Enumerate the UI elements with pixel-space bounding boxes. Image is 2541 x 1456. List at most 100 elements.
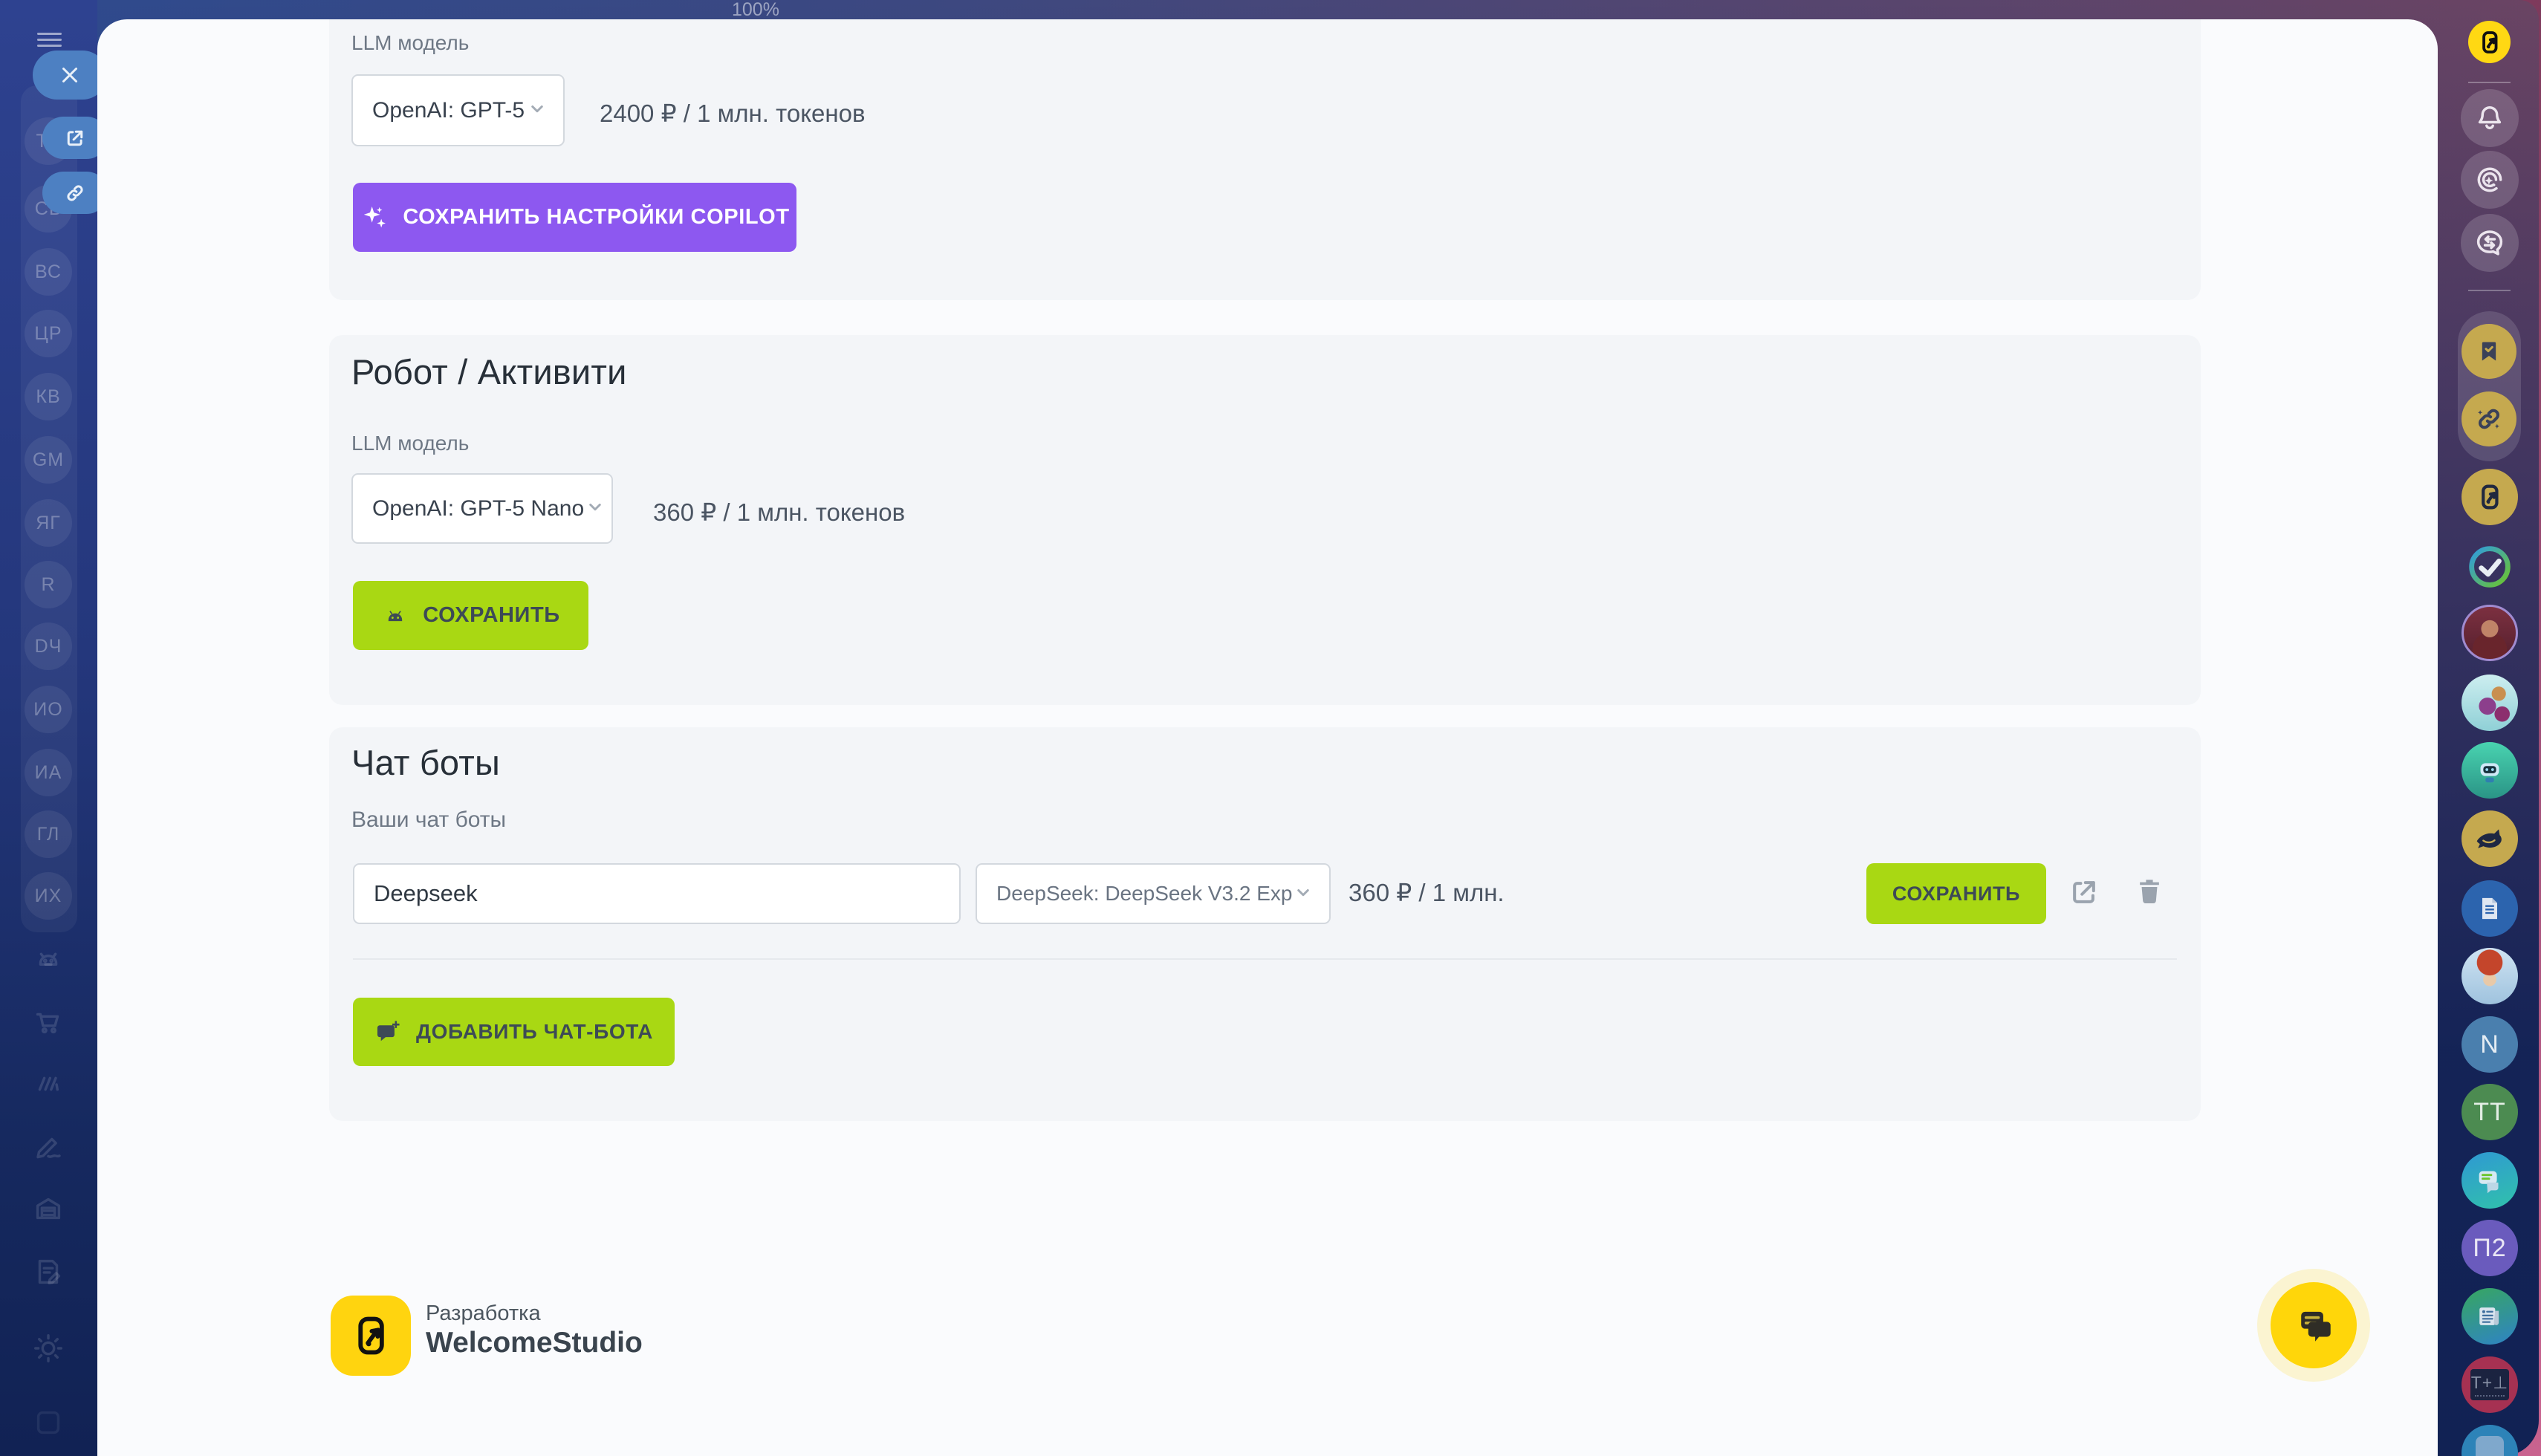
chat-transfer-button[interactable] (2461, 214, 2519, 272)
left-sidebar: ТА СБ ВС ЦР КВ GM ЯГ R DЧ ИО ИА ГЛ ИХ (0, 0, 97, 1456)
t1-logo: T+⊥ (2470, 1369, 2509, 1400)
link-tool-button[interactable] (2462, 391, 2516, 446)
zoom-indicator: 100% (732, 0, 799, 22)
m-logo-icon[interactable] (31, 1067, 65, 1101)
client-avatar-photo[interactable] (2462, 605, 2518, 661)
client-avatar[interactable]: ИХ (25, 872, 72, 920)
avatar-initials: ИА (35, 762, 62, 784)
chat-plus-icon (374, 1018, 403, 1046)
dock-divider (2468, 82, 2511, 83)
messenger-service-icon[interactable] (2462, 1152, 2518, 1209)
avatar-initials: GM (33, 449, 64, 471)
avatar-initials: КВ (36, 386, 60, 408)
save-robot-label: СОХРАНИТЬ (423, 603, 560, 628)
ai-assistant-button[interactable] (2461, 151, 2519, 209)
save-copilot-button[interactable]: СОХРАНИТЬ НАСТРОЙКИ COPILOT (353, 183, 796, 252)
link-icon (64, 182, 86, 204)
badge-label: П2 (2473, 1234, 2506, 1263)
welcomestudio-service-icon[interactable] (2462, 469, 2518, 525)
client-avatar[interactable]: ИА (25, 749, 72, 796)
bot-model-value: DeepSeek: DeepSeek V3.2 Exp (977, 882, 1292, 906)
sber-service-icon[interactable] (2462, 539, 2518, 595)
partial-service-icon[interactable] (2462, 1425, 2518, 1456)
bot-model-select[interactable]: DeepSeek: DeepSeek V3.2 Exp (976, 863, 1331, 924)
chat-transfer-icon (2473, 227, 2506, 259)
panel-icon[interactable] (31, 1405, 65, 1440)
right-dock: N TT П2 T+⊥ (2438, 0, 2541, 1456)
robot-icon[interactable] (31, 942, 65, 976)
robot-model-value: OpenAI: GPT-5 Nano (353, 496, 584, 521)
service-badge-p2[interactable]: П2 (2462, 1220, 2518, 1276)
avatar-initials: ЦР (34, 323, 62, 345)
deepseek-whale-icon[interactable] (2462, 810, 2518, 867)
notifications-button[interactable] (2461, 89, 2519, 147)
robot-face-icon (2473, 753, 2507, 787)
badge-label: TT (2473, 1098, 2506, 1127)
chat-bubbles-icon (2291, 1302, 2337, 1348)
sparkles-icon (360, 203, 389, 233)
bot-price: 360 ₽ / 1 млн. (1349, 876, 1505, 910)
chevron-down-icon (584, 495, 606, 521)
support-chat-button[interactable] (2271, 1282, 2357, 1368)
robot-model-select[interactable]: OpenAI: GPT-5 Nano (351, 473, 613, 544)
welcomestudio-app-icon[interactable] (2468, 21, 2511, 63)
external-link-icon (2068, 876, 2100, 909)
fitness-avatar[interactable] (2462, 675, 2518, 731)
avatar-initials: ИО (33, 699, 62, 721)
robot-activity-card: Робот / Активити LLM модель OpenAI: GPT-… (329, 335, 2201, 705)
llm-model-label: LLM модель (351, 432, 469, 455)
row-divider (353, 958, 2177, 960)
add-chatbot-button[interactable]: ДОБАВИТЬ ЧАТ-БОТА (353, 998, 675, 1066)
t1-service-icon[interactable]: T+⊥ (2462, 1356, 2518, 1413)
cart-icon[interactable] (31, 1005, 65, 1039)
welcomestudio-logo[interactable] (331, 1296, 411, 1376)
menu-icon[interactable] (37, 33, 62, 48)
bookmark-tool-button[interactable] (2462, 324, 2516, 379)
avatar-initials: DЧ (35, 636, 62, 657)
welcomestudio-glyph-icon (346, 1311, 395, 1360)
save-robot-button[interactable]: СОХРАНИТЬ (353, 581, 588, 650)
delete-bot-button[interactable] (2133, 874, 2166, 907)
link-sparkle-icon (2473, 403, 2505, 435)
app-glyph (2476, 1436, 2504, 1456)
client-avatar[interactable]: GM (25, 436, 72, 484)
close-sidebar-button[interactable] (33, 51, 107, 100)
client-avatar[interactable]: ЯГ (25, 499, 72, 547)
client-avatar[interactable]: ИО (25, 686, 72, 733)
open-bot-button[interactable] (2068, 876, 2100, 909)
gear-icon[interactable] (31, 1331, 65, 1365)
news-service-icon[interactable] (2462, 1288, 2518, 1345)
client-avatar[interactable]: ЦР (25, 310, 72, 357)
support-agent-avatar[interactable] (2462, 948, 2518, 1004)
copilot-model-select[interactable]: OpenAI: GPT-5 (351, 74, 565, 146)
robot-icon (381, 602, 409, 630)
robot-avatar[interactable] (2462, 742, 2518, 799)
robot-price: 360 ₽ / 1 млн. токенов (653, 495, 905, 530)
service-badge-n[interactable]: N (2462, 1016, 2518, 1073)
dock-divider (2468, 290, 2511, 291)
client-avatar[interactable]: ВС (25, 248, 72, 296)
signature-icon[interactable] (31, 1130, 65, 1164)
newspaper-icon (2473, 1300, 2506, 1333)
chatbots-card: Чат боты Ваши чат боты DeepSeek: DeepSee… (329, 727, 2201, 1121)
avatar-initials: ЯГ (36, 513, 61, 534)
save-bot-label: СОХРАНИТЬ (1892, 883, 2020, 906)
document-edit-icon[interactable] (31, 1255, 65, 1289)
copilot-model-value: OpenAI: GPT-5 (353, 98, 526, 123)
documents-service-icon[interactable] (2462, 880, 2518, 937)
service-badge-tt[interactable]: TT (2462, 1084, 2518, 1140)
client-avatar[interactable]: R (25, 561, 72, 608)
robot-section-title: Робот / Активити (351, 351, 627, 392)
archive-icon[interactable] (31, 1192, 65, 1226)
avatar-initials: ГЛ (37, 824, 60, 845)
client-avatar[interactable]: ГЛ (25, 810, 72, 858)
bot-name-input[interactable] (353, 863, 961, 924)
avatar-initials: R (41, 574, 55, 596)
client-avatar[interactable]: КВ (25, 373, 72, 420)
save-bot-button[interactable]: СОХРАНИТЬ (1866, 863, 2046, 924)
client-avatar[interactable]: DЧ (25, 623, 72, 670)
t1-logo-text: T+⊥ (2471, 1373, 2509, 1393)
bell-icon (2473, 102, 2506, 134)
avatar-initials: ИХ (35, 885, 62, 907)
copilot-settings-card: LLM модель OpenAI: GPT-5 2400 ₽ / 1 млн.… (329, 19, 2201, 300)
